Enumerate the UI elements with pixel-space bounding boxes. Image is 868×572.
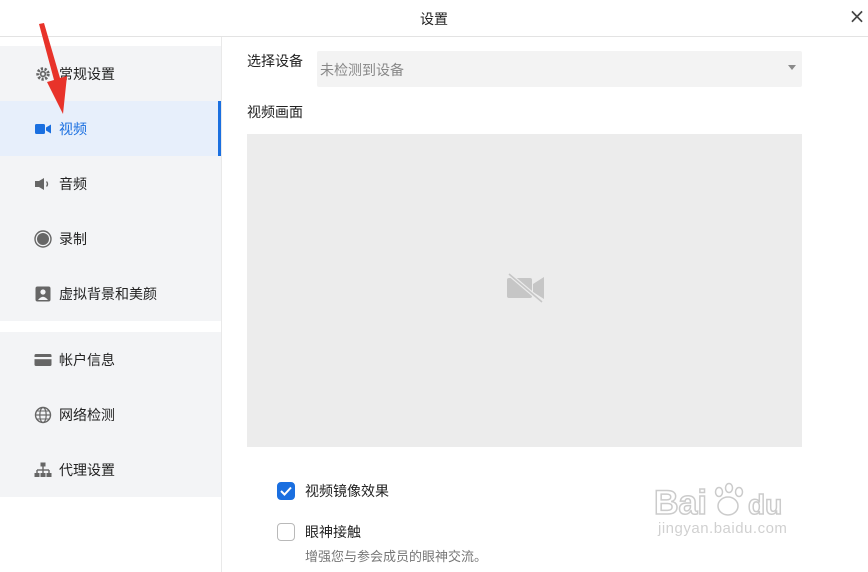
portrait-icon [34, 285, 52, 303]
mirror-effect-option[interactable]: 视频镜像效果 [277, 481, 389, 501]
svg-text:Bai: Bai [654, 484, 707, 522]
window-title: 设置 [420, 12, 448, 28]
sidebar-item-label: 视频 [59, 121, 87, 138]
sidebar-item-virtual-background[interactable]: 虚拟背景和美颜 [0, 266, 221, 321]
eye-contact-checkbox[interactable] [277, 523, 295, 541]
mirror-effect-label: 视频镜像效果 [305, 484, 389, 500]
speaker-icon [34, 175, 52, 193]
device-label: 选择设备 [247, 54, 303, 70]
sidebar-item-label: 网络检测 [59, 407, 115, 424]
eye-contact-option[interactable]: 眼神接触 [277, 522, 361, 542]
sidebar-item-general[interactable]: 常规设置 [0, 46, 221, 101]
mirror-effect-checkbox[interactable] [277, 482, 295, 500]
device-select-value: 未检测到设备 [320, 63, 404, 79]
device-row: 选择设备 [247, 51, 303, 71]
sidebar-group-account: 帐户信息 网络检测 代理设置 [0, 332, 221, 497]
preview-label: 视频画面 [247, 105, 303, 121]
baidu-logo-watermark: Bai du [653, 482, 783, 523]
watermark-url: jingyan.baidu.com [658, 520, 788, 537]
sidebar-group-settings: 常规设置 视频 音频 录制 虚拟背景和美颜 [0, 46, 221, 321]
sidebar-item-label: 录制 [59, 231, 87, 248]
watermark: Bai du jingyan.baidu.com [652, 480, 822, 560]
sidebar: 常规设置 视频 音频 录制 虚拟背景和美颜 帐户信息 网络检测 代理设置 [0, 37, 222, 572]
svg-text:du: du [748, 489, 782, 520]
sidebar-item-label: 虚拟背景和美颜 [59, 286, 157, 303]
globe-icon [34, 406, 52, 424]
sidebar-item-label: 帐户信息 [59, 352, 115, 369]
video-camera-icon [34, 120, 52, 138]
video-preview [247, 134, 802, 447]
card-icon [34, 351, 52, 369]
sidebar-item-audio[interactable]: 音频 [0, 156, 221, 211]
close-button[interactable]: × [846, 5, 868, 27]
sidebar-item-recording[interactable]: 录制 [0, 211, 221, 266]
sidebar-item-label: 音频 [59, 176, 87, 193]
sidebar-item-network-test[interactable]: 网络检测 [0, 387, 221, 442]
device-select[interactable]: 未检测到设备 [317, 51, 802, 87]
red-arrow-annotation [39, 23, 67, 114]
record-icon [34, 229, 52, 248]
checkmark-icon [280, 486, 292, 496]
chevron-down-icon [788, 65, 796, 70]
sidebar-item-label: 代理设置 [59, 462, 115, 479]
camera-off-icon [507, 273, 544, 303]
eye-contact-label: 眼神接触 [305, 525, 361, 541]
network-tree-icon [34, 461, 52, 479]
eye-contact-hint: 增强您与参会成员的眼神交流。 [305, 550, 488, 565]
sidebar-item-account[interactable]: 帐户信息 [0, 332, 221, 387]
title-bar: 设置 × [0, 0, 868, 37]
sidebar-item-proxy[interactable]: 代理设置 [0, 442, 221, 497]
sidebar-item-video[interactable]: 视频 [0, 101, 221, 156]
